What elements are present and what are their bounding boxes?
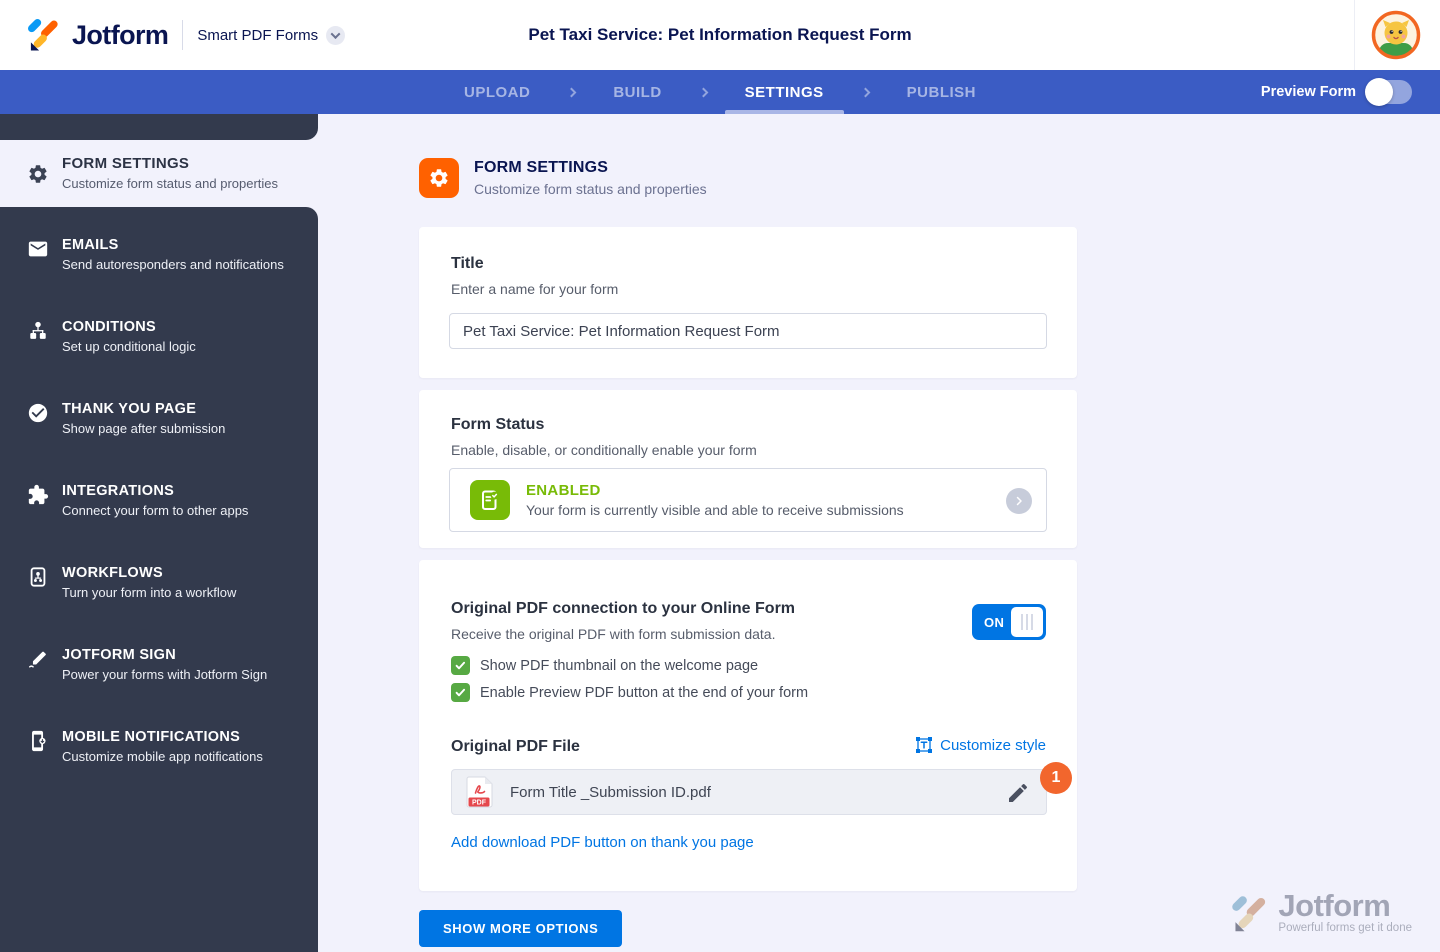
jotform-logo-icon bbox=[28, 19, 58, 51]
toggle-knob bbox=[1011, 607, 1043, 637]
pdf-file-row: PDF Form Title _Submission ID.pdf 1 bbox=[451, 762, 1072, 815]
sidebar-item-jotform-sign[interactable]: JOTFORM SIGN Power your forms with Jotfo… bbox=[0, 645, 318, 689]
title-label: Title bbox=[451, 255, 484, 272]
enabled-document-icon bbox=[470, 480, 510, 520]
puzzle-icon bbox=[28, 484, 49, 505]
sidebar-item-emails[interactable]: EMAILS Send autoresponders and notificat… bbox=[0, 235, 318, 279]
section-title: FORM SETTINGS bbox=[474, 159, 609, 176]
preview-form-label: Preview Form bbox=[1260, 84, 1356, 100]
breadcrumb-arrow-icon bbox=[698, 87, 709, 97]
sidebar-item-description: Turn your form into a workflow bbox=[62, 585, 237, 600]
status-description: Your form is currently visible and able … bbox=[526, 502, 904, 518]
checkbox-label: Show PDF thumbnail on the welcome page bbox=[480, 657, 759, 674]
divider bbox=[1354, 0, 1355, 70]
sidebar-item-label: FORM SETTINGS bbox=[62, 155, 190, 172]
product-switcher[interactable]: Smart PDF Forms bbox=[197, 25, 346, 45]
jotform-settings-page: Jotform Smart PDF Forms Pet Taxi Service… bbox=[0, 0, 1440, 952]
tab-upload[interactable]: UPLOAD bbox=[452, 70, 542, 114]
sidebar-item-description: Customize form status and properties bbox=[62, 176, 279, 191]
pdf-file-icon: PDF bbox=[466, 776, 494, 809]
sidebar-item-description: Send autoresponders and notifications bbox=[62, 257, 284, 272]
breadcrumb-arrow-icon bbox=[566, 87, 577, 97]
sidebar-item-description: Show page after submission bbox=[62, 421, 226, 436]
form-title-input[interactable] bbox=[449, 313, 1047, 349]
title-card: Title Enter a name for your form bbox=[419, 227, 1077, 378]
original-pdf-card: Original PDF connection to your Online F… bbox=[419, 560, 1077, 891]
tab-publish[interactable]: PUBLISH bbox=[895, 70, 988, 114]
watermark-brand: Jotform bbox=[1278, 887, 1391, 923]
sidebar-item-description: Connect your form to other apps bbox=[62, 503, 249, 518]
mobile-icon bbox=[32, 730, 46, 752]
divider bbox=[182, 20, 184, 50]
pdf-connection-subtitle: Receive the original PDF with form submi… bbox=[451, 626, 776, 642]
sidebar-item-label: EMAILS bbox=[62, 237, 119, 253]
sidebar-item-workflows[interactable]: WORKFLOWS Turn your form into a workflow bbox=[0, 563, 318, 607]
form-status-label: Form Status bbox=[451, 416, 545, 433]
chevron-down-icon bbox=[326, 25, 346, 45]
step-indicator-badge: 1 bbox=[1040, 762, 1072, 794]
sidebar-item-description: Power your forms with Jotform Sign bbox=[62, 667, 268, 682]
chevron-right-icon bbox=[1006, 488, 1032, 514]
sidebar-item-label: CONDITIONS bbox=[62, 319, 157, 335]
customize-style-link[interactable]: Customize style bbox=[915, 736, 1046, 754]
status-badge: ENABLED bbox=[526, 482, 601, 499]
original-pdf-file-label: Original PDF File bbox=[451, 738, 580, 755]
customize-style-label: Customize style bbox=[940, 736, 1046, 754]
sign-pen-icon bbox=[29, 651, 46, 668]
sidebar-item-label: WORKFLOWS bbox=[62, 565, 163, 581]
enable-preview-pdf-checkbox[interactable] bbox=[451, 683, 470, 702]
sidebar-item-label: THANK YOU PAGE bbox=[62, 401, 197, 417]
form-status-card: Form Status Enable, disable, or conditio… bbox=[419, 390, 1077, 548]
jotform-watermark: Jotform Powerful forms get it done bbox=[1230, 890, 1412, 935]
sidebar-item-form-settings[interactable]: FORM SETTINGS Customize form status and … bbox=[12, 140, 318, 207]
wizard-navbar: UPLOAD BUILD SETTINGS PUBLISH Preview Fo… bbox=[0, 70, 1440, 114]
flowchart-icon bbox=[30, 321, 46, 339]
title-hint: Enter a name for your form bbox=[451, 281, 619, 297]
watermark-tagline: Powerful forms get it done bbox=[1278, 921, 1412, 934]
user-avatar[interactable] bbox=[1371, 10, 1421, 60]
show-more-options-button[interactable]: SHOW MORE OPTIONS bbox=[419, 910, 623, 947]
sidebar-item-thank-you-page[interactable]: THANK YOU PAGE Show page after submissio… bbox=[0, 399, 318, 443]
sidebar-item-label: JOTFORM SIGN bbox=[62, 647, 176, 663]
form-status-hint: Enable, disable, or conditionally enable… bbox=[451, 442, 757, 458]
sidebar-item-label: MOBILE NOTIFICATIONS bbox=[62, 729, 241, 745]
add-download-pdf-link[interactable]: Add download PDF button on thank you pag… bbox=[451, 834, 754, 851]
settings-sidebar: FORM SETTINGS Customize form status and … bbox=[0, 114, 318, 952]
checkbox-label: Enable Preview PDF button at the end of … bbox=[480, 684, 809, 701]
product-name: Smart PDF Forms bbox=[197, 26, 319, 44]
show-pdf-thumbnail-checkbox[interactable] bbox=[451, 656, 470, 675]
jotform-logo[interactable]: Jotform bbox=[26, 17, 169, 53]
gear-icon bbox=[430, 169, 448, 187]
form-settings-icon bbox=[419, 158, 459, 198]
brand-wordmark: Jotform bbox=[72, 19, 169, 50]
pdf-connection-title: Original PDF connection to your Online F… bbox=[451, 600, 796, 617]
form-status-selector[interactable]: ENABLED Your form is currently visible a… bbox=[449, 468, 1047, 532]
sidebar-top-cap bbox=[0, 114, 318, 140]
sidebar-item-conditions[interactable]: CONDITIONS Set up conditional logic bbox=[0, 317, 318, 361]
breadcrumb-arrow-icon bbox=[860, 87, 871, 97]
section-subtitle: Customize form status and properties bbox=[474, 181, 707, 197]
workflow-icon bbox=[30, 567, 46, 587]
pdf-connection-toggle[interactable]: ON bbox=[972, 604, 1046, 640]
toggle-on-label: ON bbox=[984, 614, 1005, 630]
sidebar-item-mobile-notifications[interactable]: MOBILE NOTIFICATIONS Customize mobile ap… bbox=[0, 727, 318, 771]
sidebar-item-description: Customize mobile app notifications bbox=[62, 749, 263, 764]
top-header: Jotform Smart PDF Forms Pet Taxi Service… bbox=[0, 0, 1440, 70]
preview-form-toggle[interactable] bbox=[1365, 78, 1412, 106]
svg-text:PDF: PDF bbox=[472, 799, 487, 806]
tab-build[interactable]: BUILD bbox=[601, 70, 673, 114]
check-circle-icon bbox=[28, 403, 48, 423]
pdf-file-name: Form Title _Submission ID.pdf bbox=[510, 783, 711, 801]
sidebar-item-label: INTEGRATIONS bbox=[62, 483, 175, 499]
sidebar-item-integrations[interactable]: INTEGRATIONS Connect your form to other … bbox=[0, 481, 318, 525]
sidebar-menu: EMAILS Send autoresponders and notificat… bbox=[0, 207, 318, 952]
gear-icon bbox=[29, 164, 47, 183]
tab-settings[interactable]: SETTINGS bbox=[724, 70, 844, 114]
section-header: FORM SETTINGS Customize form status and … bbox=[419, 158, 707, 198]
edit-pdf-pencil-icon[interactable] bbox=[1006, 781, 1030, 805]
jotform-logo-icon bbox=[1232, 896, 1266, 932]
envelope-icon bbox=[28, 241, 48, 257]
sidebar-item-description: Set up conditional logic bbox=[62, 339, 196, 354]
text-style-icon bbox=[916, 737, 933, 753]
